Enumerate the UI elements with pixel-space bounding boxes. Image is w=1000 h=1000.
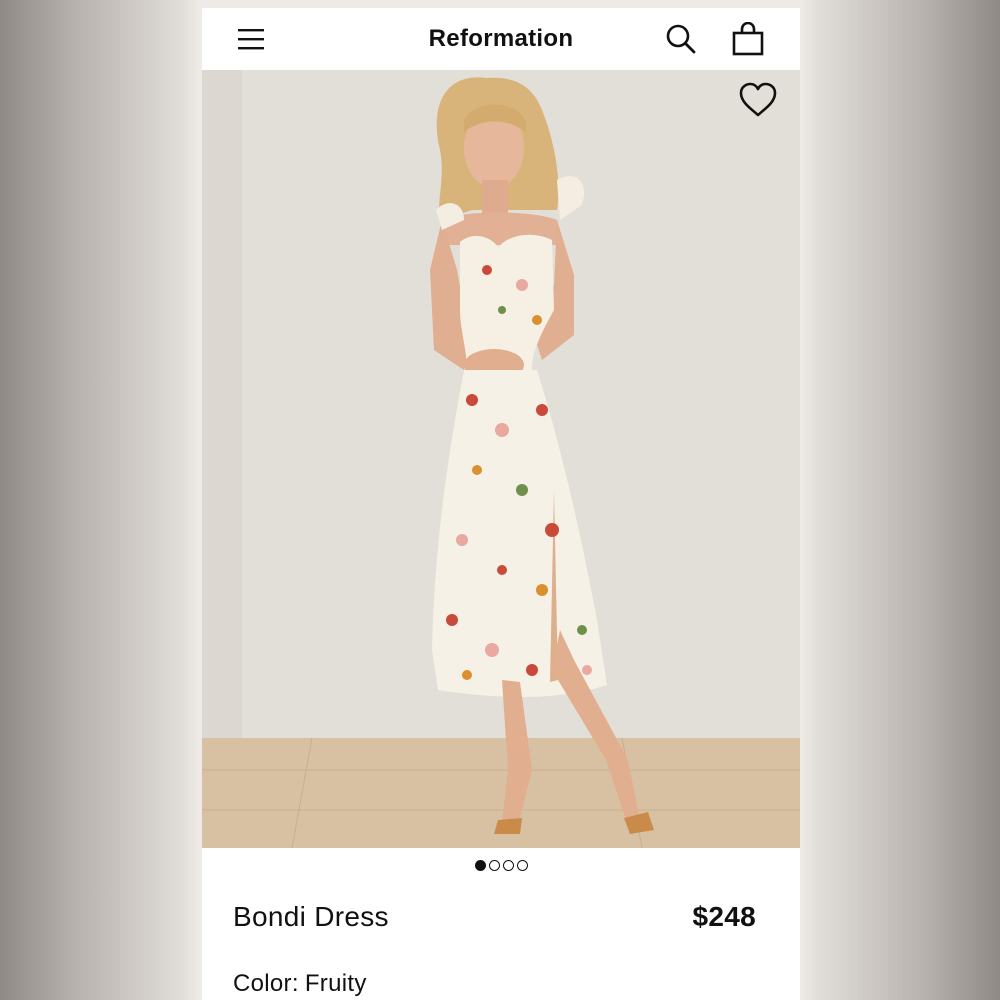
product-name: Bondi Dress bbox=[233, 901, 389, 932]
shopping-bag-icon bbox=[732, 22, 764, 56]
color-selection: Color: Fruity bbox=[233, 970, 373, 998]
color-value: Fruity bbox=[304, 970, 367, 997]
carousel-dot-4[interactable] bbox=[516, 860, 528, 871]
search-button[interactable] bbox=[664, 22, 698, 56]
carousel-dot-3[interactable] bbox=[502, 860, 514, 871]
product-price: $248 bbox=[692, 901, 756, 932]
carousel-indicator bbox=[202, 860, 800, 874]
model-illustration bbox=[202, 70, 800, 848]
carousel-dot-2[interactable] bbox=[488, 860, 500, 871]
bag-button[interactable] bbox=[730, 20, 766, 58]
brand-logo[interactable]: Reformation bbox=[202, 25, 800, 53]
top-nav-bar: Reformation bbox=[202, 8, 800, 70]
color-label: Color: bbox=[233, 970, 299, 997]
product-image[interactable] bbox=[202, 70, 800, 848]
heart-icon bbox=[739, 82, 777, 117]
search-icon bbox=[666, 24, 696, 54]
favorite-button[interactable] bbox=[736, 80, 780, 120]
product-page: Reformation Bondi Dress $248 Color: Frui… bbox=[202, 8, 800, 1000]
carousel-dot-1[interactable] bbox=[474, 860, 486, 871]
